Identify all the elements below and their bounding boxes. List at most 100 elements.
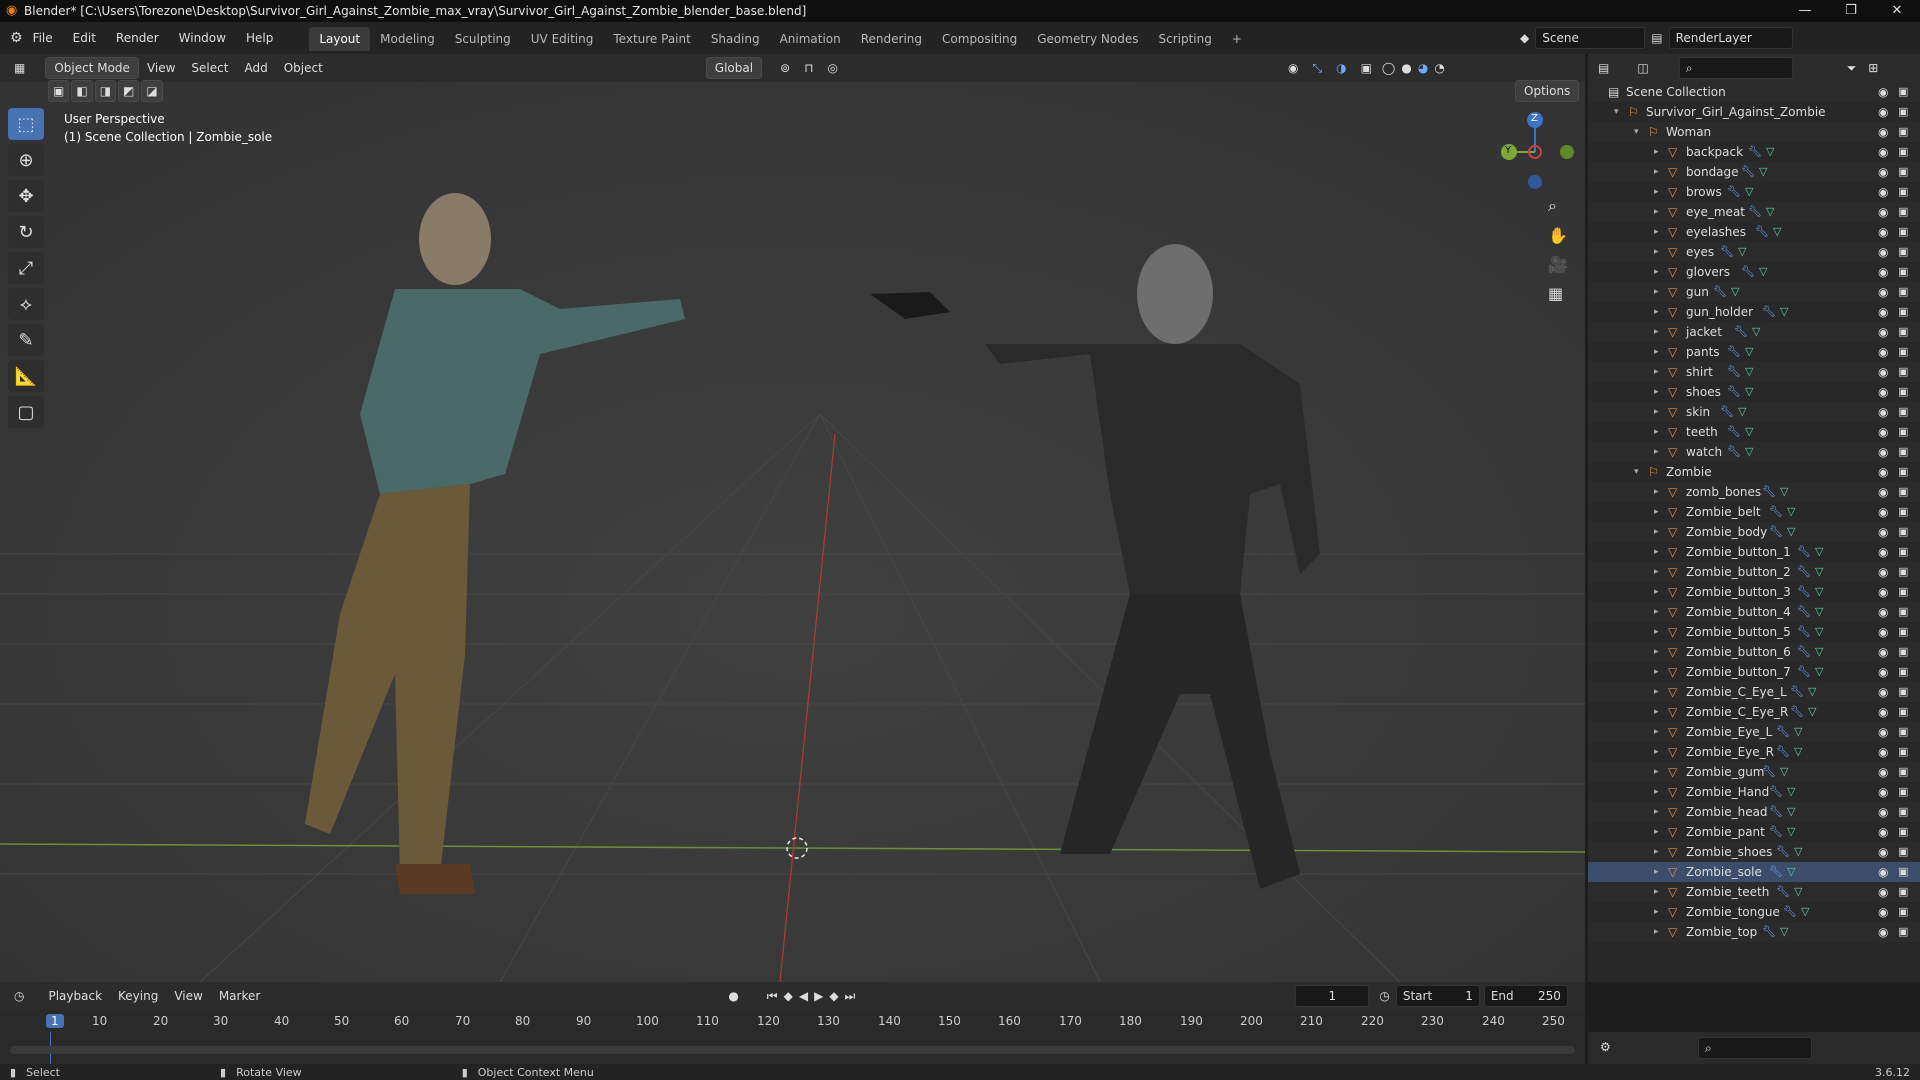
render-camera-icon[interactable]: ▣ xyxy=(1898,222,1908,242)
modifier-wrench-icon[interactable]: 🔧︎ xyxy=(1797,542,1811,562)
visibility-eye-icon[interactable]: ◉ xyxy=(1878,642,1888,662)
properties-search-input[interactable]: ⌕ xyxy=(1698,1037,1812,1059)
outliner-object-row[interactable]: ▸ ▽ Zombie_button_7 🔧︎ ▽ ◉ ▣ xyxy=(1588,662,1920,682)
mesh-data-icon[interactable]: ▽ xyxy=(1780,482,1788,502)
menu-file[interactable]: File xyxy=(23,22,63,54)
visibility-eye-icon[interactable]: ◉ xyxy=(1878,262,1888,282)
outliner-object-row[interactable]: ▸ ▽ Zombie_Eye_L 🔧︎ ▽ ◉ ▣ xyxy=(1588,722,1920,742)
proportional-edit-icon[interactable]: ◎ xyxy=(828,61,838,75)
menu-help[interactable]: Help xyxy=(236,22,283,54)
new-collection-icon[interactable]: ⊞ xyxy=(1868,61,1878,75)
outliner-object-row[interactable]: ▸ ▽ Zombie_sole 🔧︎ ▽ ◉ ▣ xyxy=(1588,862,1920,882)
expand-arrow-icon[interactable]: ▸ xyxy=(1654,442,1659,462)
viewport-menu-select[interactable]: Select xyxy=(183,61,236,75)
modifier-wrench-icon[interactable]: 🔧︎ xyxy=(1755,222,1769,242)
transform-orientation-dropdown[interactable]: Global xyxy=(705,57,763,79)
outliner-object-row[interactable]: ▸ ▽ Zombie_button_3 🔧︎ ▽ ◉ ▣ xyxy=(1588,582,1920,602)
next-keyframe-icon[interactable]: ◆ xyxy=(829,989,838,1003)
mesh-data-icon[interactable]: ▽ xyxy=(1787,862,1795,882)
prev-keyframe-icon[interactable]: ◆ xyxy=(784,989,793,1003)
visibility-icon[interactable]: ◉ xyxy=(1288,61,1298,75)
expand-arrow-icon[interactable]: ▸ xyxy=(1654,422,1659,442)
frame-ruler[interactable]: 1 10 20 30 40 50 60 70 80 90 100 110 120 130 140 150 160… xyxy=(40,1012,1580,1066)
modifier-wrench-icon[interactable]: 🔧︎ xyxy=(1727,342,1741,362)
tab-uv-editing[interactable]: UV Editing xyxy=(521,27,604,51)
visibility-eye-icon[interactable]: ◉ xyxy=(1878,882,1888,902)
filter-icon[interactable]: ⏷ xyxy=(1847,61,1857,76)
render-camera-icon[interactable]: ▣ xyxy=(1898,82,1908,102)
expand-arrow-icon[interactable]: ▸ xyxy=(1654,742,1659,762)
render-camera-icon[interactable]: ▣ xyxy=(1898,422,1908,442)
modifier-wrench-icon[interactable]: 🔧︎ xyxy=(1776,722,1790,742)
cursor-tool-icon[interactable]: ⊕ xyxy=(8,144,44,176)
render-camera-icon[interactable]: ▣ xyxy=(1898,182,1908,202)
expand-arrow-icon[interactable]: ▸ xyxy=(1654,162,1659,182)
expand-arrow-icon[interactable]: ▸ xyxy=(1654,542,1659,562)
mesh-data-icon[interactable]: ▽ xyxy=(1815,602,1823,622)
visibility-eye-icon[interactable]: ◉ xyxy=(1878,562,1888,582)
mode-dropdown[interactable]: Object Mode xyxy=(45,57,139,79)
modifier-wrench-icon[interactable]: 🔧︎ xyxy=(1776,742,1790,762)
outliner-object-row[interactable]: ▸ ▽ Zombie_Eye_R 🔧︎ ▽ ◉ ▣ xyxy=(1588,742,1920,762)
visibility-eye-icon[interactable]: ◉ xyxy=(1878,842,1888,862)
rotate-tool-icon[interactable]: ↻ xyxy=(8,216,44,248)
expand-arrow-icon[interactable]: ▸ xyxy=(1654,922,1659,942)
tab-shading[interactable]: Shading xyxy=(701,27,770,51)
jump-end-icon[interactable]: ⏭ xyxy=(845,989,856,1004)
tab-layout[interactable]: Layout xyxy=(309,27,371,51)
expand-arrow-icon[interactable]: ▾ xyxy=(1614,102,1619,122)
mesh-data-icon[interactable]: ▽ xyxy=(1780,302,1788,322)
mesh-data-icon[interactable]: ▽ xyxy=(1745,442,1753,462)
render-camera-icon[interactable]: ▣ xyxy=(1898,642,1908,662)
render-camera-icon[interactable]: ▣ xyxy=(1898,162,1908,182)
render-camera-icon[interactable]: ▣ xyxy=(1898,542,1908,562)
outliner-editor-icon[interactable]: ▤ xyxy=(1598,61,1609,75)
options-dropdown[interactable]: Options xyxy=(1515,80,1580,102)
outliner-object-row[interactable]: ▸ ▽ Zombie_top 🔧︎ ▽ ◉ ▣ xyxy=(1588,922,1920,942)
outliner-collection-zombie[interactable]: ▾ ⚐ Zombie ◉ ▣ xyxy=(1588,462,1920,482)
mesh-data-icon[interactable]: ▽ xyxy=(1815,622,1823,642)
visibility-eye-icon[interactable]: ◉ xyxy=(1878,582,1888,602)
modifier-wrench-icon[interactable]: 🔧︎ xyxy=(1769,822,1783,842)
select-intersect-icon[interactable]: ◪ xyxy=(141,80,163,102)
visibility-eye-icon[interactable]: ◉ xyxy=(1878,282,1888,302)
render-camera-icon[interactable]: ▣ xyxy=(1898,402,1908,422)
modifier-wrench-icon[interactable]: 🔧︎ xyxy=(1762,302,1776,322)
editor-type-icon[interactable]: ▦ xyxy=(14,61,25,75)
modifier-wrench-icon[interactable]: 🔧︎ xyxy=(1797,562,1811,582)
outliner-object-row[interactable]: ▸ ▽ brows 🔧︎ ▽ ◉ ▣ xyxy=(1588,182,1920,202)
outliner-object-row[interactable]: ▸ ▽ pants 🔧︎ ▽ ◉ ▣ xyxy=(1588,342,1920,362)
scene-field[interactable]: Scene xyxy=(1535,27,1646,49)
expand-arrow-icon[interactable]: ▸ xyxy=(1654,222,1659,242)
add-workspace-button[interactable]: + xyxy=(1222,27,1252,51)
material-shading-icon[interactable]: ◕ xyxy=(1418,61,1428,75)
visibility-eye-icon[interactable]: ◉ xyxy=(1878,362,1888,382)
mesh-data-icon[interactable]: ▽ xyxy=(1794,842,1802,862)
expand-arrow-icon[interactable]: ▸ xyxy=(1654,502,1659,522)
mesh-data-icon[interactable]: ▽ xyxy=(1787,802,1795,822)
zoom-icon[interactable]: ⌕ xyxy=(1548,196,1568,216)
solid-shading-icon[interactable]: ● xyxy=(1401,61,1411,75)
visibility-eye-icon[interactable]: ◉ xyxy=(1878,782,1888,802)
viewport-menu-view[interactable]: View xyxy=(139,61,183,75)
expand-arrow-icon[interactable]: ▾ xyxy=(1634,462,1639,482)
render-camera-icon[interactable]: ▣ xyxy=(1898,462,1908,482)
outliner-object-row[interactable]: ▸ ▽ zomb_bones 🔧︎ ▽ ◉ ▣ xyxy=(1588,482,1920,502)
mesh-data-icon[interactable]: ▽ xyxy=(1745,422,1753,442)
expand-arrow-icon[interactable]: ▸ xyxy=(1654,482,1659,502)
measure-tool-icon[interactable]: 📐 xyxy=(8,360,44,392)
visibility-eye-icon[interactable]: ◉ xyxy=(1878,802,1888,822)
mesh-data-icon[interactable]: ▽ xyxy=(1773,222,1781,242)
expand-arrow-icon[interactable]: ▸ xyxy=(1654,262,1659,282)
visibility-eye-icon[interactable]: ◉ xyxy=(1878,422,1888,442)
modifier-wrench-icon[interactable]: 🔧︎ xyxy=(1797,602,1811,622)
render-camera-icon[interactable]: ▣ xyxy=(1898,842,1908,862)
timeline-editor-icon[interactable]: ◷ xyxy=(14,989,24,1003)
visibility-eye-icon[interactable]: ◉ xyxy=(1878,762,1888,782)
tab-geometry-nodes[interactable]: Geometry Nodes xyxy=(1027,27,1148,51)
render-camera-icon[interactable]: ▣ xyxy=(1898,722,1908,742)
modifier-wrench-icon[interactable]: 🔧︎ xyxy=(1713,282,1727,302)
render-camera-icon[interactable]: ▣ xyxy=(1898,602,1908,622)
render-camera-icon[interactable]: ▣ xyxy=(1898,122,1908,142)
expand-arrow-icon[interactable]: ▸ xyxy=(1654,622,1659,642)
